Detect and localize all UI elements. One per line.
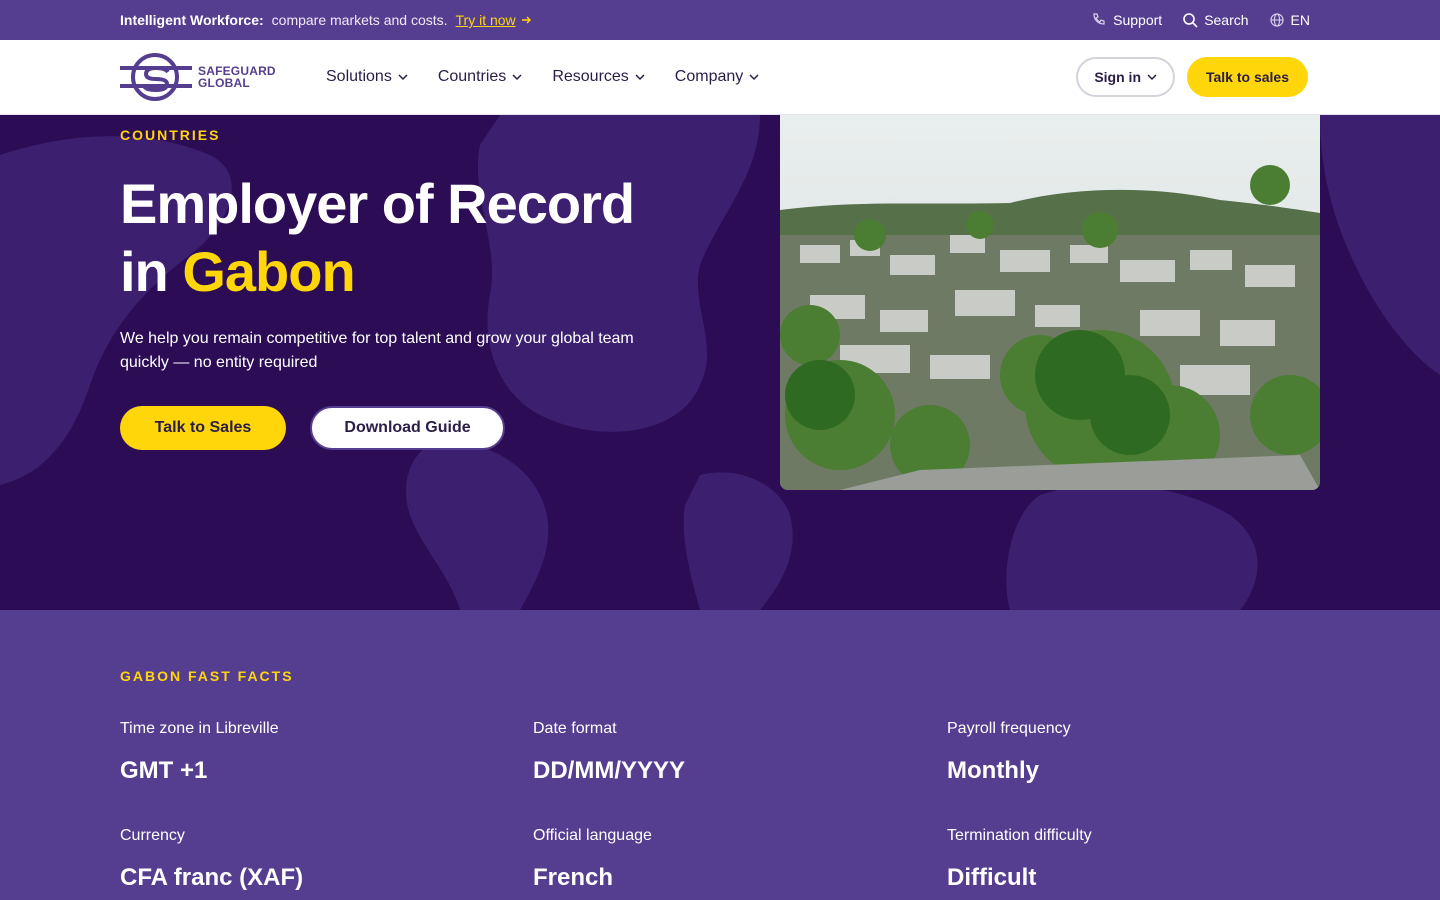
support-link[interactable]: Support xyxy=(1091,12,1162,28)
menu-company-label: Company xyxy=(674,68,744,85)
try-it-now-label: Try it now xyxy=(455,12,516,28)
fact-value: Difficult xyxy=(947,864,1037,891)
talk-to-sales-nav-button[interactable]: Talk to sales xyxy=(1187,57,1308,97)
promo-text: compare markets and costs. xyxy=(271,12,448,28)
fact-label: Payroll frequency xyxy=(947,720,1071,737)
logo[interactable]: SAFEGUARD GLOBAL xyxy=(120,52,326,102)
chevron-down-icon xyxy=(398,74,408,81)
fact-label: Time zone in Libreville xyxy=(120,720,279,737)
logo-icon xyxy=(120,53,192,101)
language-selector[interactable]: EN xyxy=(1269,12,1310,28)
fact-date-format: Date format DD/MM/YYYY xyxy=(533,719,893,785)
page-title: Employer of Record in Gabon xyxy=(120,170,680,306)
menu-resources-label: Resources xyxy=(552,68,629,85)
primary-menu: Solutions Countries Resources Company xyxy=(326,68,759,86)
hero-section: COUNTRIES Employer of Record in Gabon We… xyxy=(0,115,1440,610)
phone-icon xyxy=(1093,13,1105,25)
chevron-down-icon xyxy=(635,74,645,81)
menu-company[interactable]: Company xyxy=(675,68,759,86)
try-it-now-link[interactable]: Try it now xyxy=(456,12,532,28)
fact-value: CFA franc (XAF) xyxy=(120,864,304,891)
arrow-right-icon xyxy=(521,16,531,24)
fact-label: Official language xyxy=(533,827,652,844)
search-icon xyxy=(1183,13,1198,28)
title-line-1: Employer of Record xyxy=(120,172,635,235)
main-nav: SAFEGUARD GLOBAL Solutions Countries Res… xyxy=(0,40,1440,115)
fact-value: Monthly xyxy=(947,757,1039,784)
fact-termination-difficulty: Termination difficulty Difficult xyxy=(947,826,1307,892)
hero-photo-libreville xyxy=(780,115,1320,490)
globe-icon xyxy=(1269,13,1284,27)
utility-links: Support Search EN xyxy=(1091,12,1310,28)
fact-value: French xyxy=(533,864,614,891)
chevron-down-icon xyxy=(749,74,759,81)
logo-line-2: GLOBAL xyxy=(198,76,250,90)
sign-in-label: Sign in xyxy=(1094,69,1141,85)
fact-payroll-frequency: Payroll frequency Monthly xyxy=(947,719,1307,785)
fact-label: Currency xyxy=(120,827,185,844)
chevron-down-icon xyxy=(1147,74,1157,81)
search-label: Search xyxy=(1204,12,1249,28)
hero-lead: We help you remain competitive for top t… xyxy=(120,330,634,371)
fact-time-zone: Time zone in Libreville GMT +1 xyxy=(120,719,480,785)
fact-label: Date format xyxy=(533,720,617,737)
promo-message: Intelligent Workforce: compare markets a… xyxy=(120,12,532,28)
sign-in-button[interactable]: Sign in xyxy=(1076,57,1175,97)
fact-official-language: Official language French xyxy=(533,826,893,892)
fact-label: Termination difficulty xyxy=(947,827,1092,844)
fact-value: GMT +1 xyxy=(120,757,208,784)
language-label: EN xyxy=(1290,12,1310,28)
title-in: in xyxy=(120,240,169,303)
talk-to-sales-button[interactable]: Talk to Sales xyxy=(120,406,286,450)
fast-facts-heading: GABON FAST FACTS xyxy=(120,668,294,684)
support-label: Support xyxy=(1113,12,1163,28)
fact-currency: Currency CFA franc (XAF) xyxy=(120,826,480,892)
promo-bold: Intelligent Workforce: xyxy=(120,12,264,28)
logo-wordmark: SAFEGUARD GLOBAL xyxy=(198,65,276,89)
hero-eyebrow: COUNTRIES xyxy=(120,127,221,143)
menu-solutions-label: Solutions xyxy=(326,68,392,85)
title-country: Gabon xyxy=(182,240,355,303)
fast-facts-section: GABON FAST FACTS Time zone in Libreville… xyxy=(0,610,1440,900)
announcement-bar: Intelligent Workforce: compare markets a… xyxy=(0,0,1440,40)
menu-resources[interactable]: Resources xyxy=(552,68,645,86)
menu-solutions[interactable]: Solutions xyxy=(326,68,408,86)
fact-value: DD/MM/YYYY xyxy=(533,757,686,784)
hero-photo-illustration xyxy=(780,115,1320,490)
nav-actions: Sign in Talk to sales xyxy=(1076,57,1308,97)
chevron-down-icon xyxy=(512,74,522,81)
menu-countries-label: Countries xyxy=(437,68,507,85)
search-link[interactable]: Search xyxy=(1182,12,1249,28)
download-guide-button[interactable]: Download Guide xyxy=(310,406,505,450)
menu-countries[interactable]: Countries xyxy=(438,68,522,86)
